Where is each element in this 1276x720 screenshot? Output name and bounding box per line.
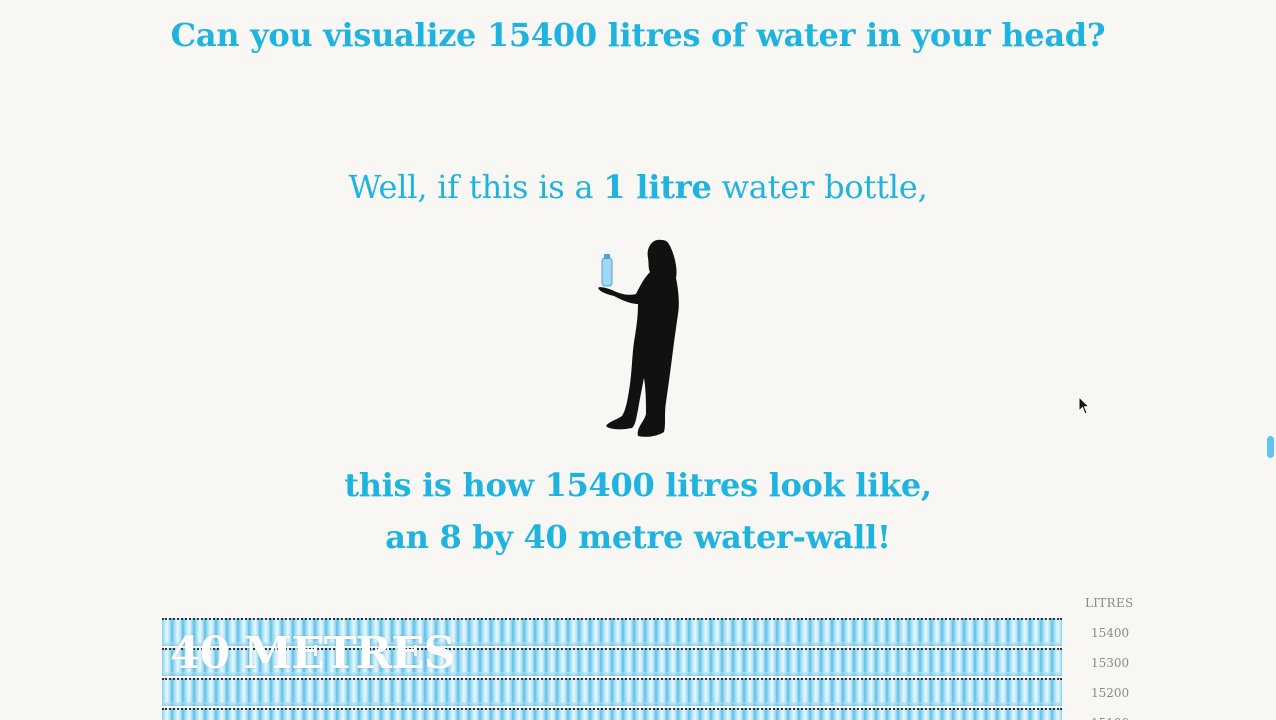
bottle-row xyxy=(162,678,1062,706)
statement-line-2: an 8 by 40 metre water-wall! xyxy=(385,518,891,556)
axis-tick-label: 15100 xyxy=(1091,716,1129,720)
intro-sentence: Well, if this is a 1 litre water bottle, xyxy=(0,168,1276,206)
bottle-row xyxy=(162,708,1062,720)
intro-suffix: water bottle, xyxy=(711,168,928,206)
page-title: Can you visualize 15400 litres of water … xyxy=(170,16,1106,54)
axis-tick-label: 15200 xyxy=(1091,686,1130,700)
person-with-bottle-icon xyxy=(598,239,679,437)
scrollbar-thumb[interactable] xyxy=(1267,436,1274,458)
statement-line-1: this is how 15400 litres look like, xyxy=(344,466,932,504)
intro-emphasis: 1 litre xyxy=(603,168,712,206)
axis-tick-label: 15400 xyxy=(1091,626,1130,640)
axis-tick-label: 15300 xyxy=(1091,656,1130,670)
intro-prefix: Well, if this is a xyxy=(348,168,604,206)
water-bottle-icon xyxy=(601,254,613,287)
axis-title: LITRES xyxy=(1085,596,1134,610)
wall-width-label: 40 METRES xyxy=(170,628,455,679)
mouse-pointer-icon xyxy=(1078,396,1091,415)
infographic-page: Can you visualize 15400 litres of water … xyxy=(0,0,1276,720)
water-wall: 40 METRES xyxy=(162,618,1062,720)
